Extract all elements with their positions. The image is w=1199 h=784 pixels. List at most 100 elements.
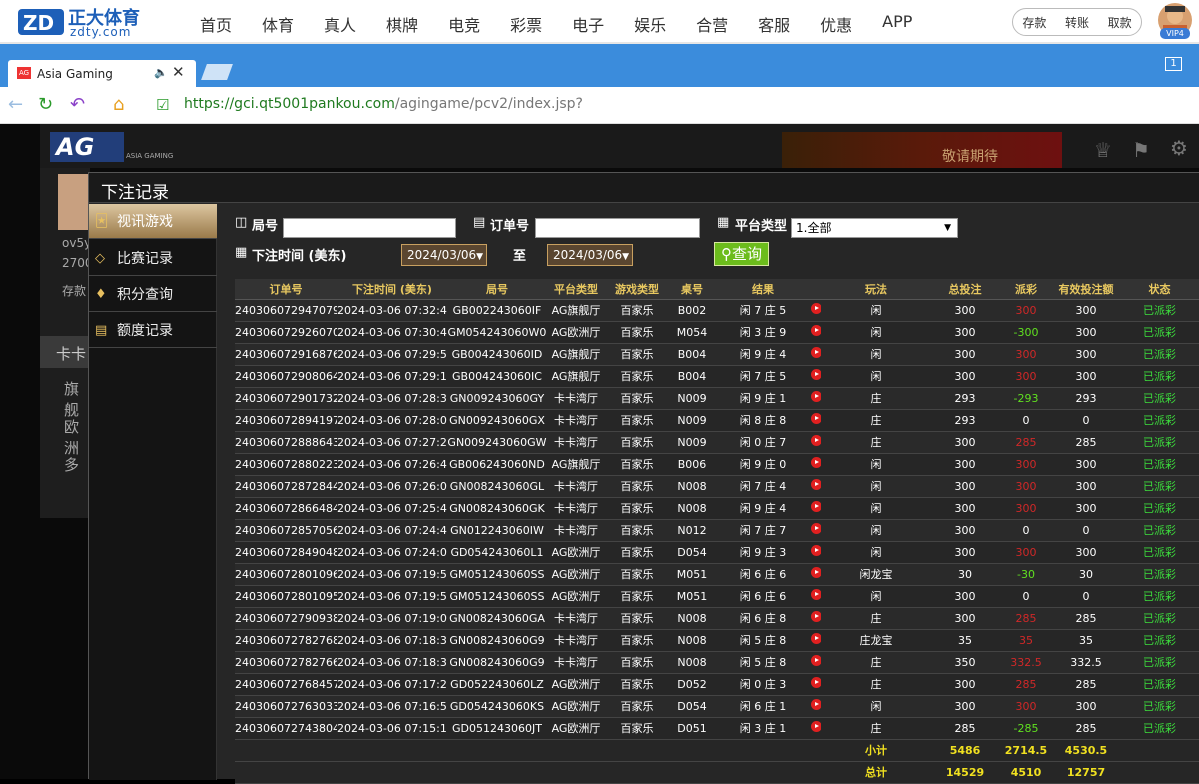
- refresh-icon[interactable]: ↻: [38, 94, 53, 115]
- tab-asia-gaming[interactable]: AG Asia Gaming 🔈 ✕: [8, 60, 196, 87]
- nav-sports[interactable]: 体育: [262, 12, 294, 36]
- settings-icon[interactable]: ⚙: [1170, 136, 1188, 160]
- play-video-icon[interactable]: [811, 611, 821, 622]
- round-input[interactable]: [283, 218, 456, 238]
- close-icon[interactable]: ✕: [172, 63, 185, 81]
- nav-home[interactable]: 首页: [200, 12, 232, 36]
- play-video-icon[interactable]: [811, 567, 821, 578]
- table-icon: ▦: [717, 215, 730, 230]
- cell-table-no: B006: [669, 453, 715, 476]
- play-video-icon[interactable]: [811, 699, 821, 710]
- nav-promo[interactable]: 优惠: [820, 12, 852, 36]
- bet-time-label: 下注时间 (美东): [252, 249, 347, 264]
- play-video-icon[interactable]: [811, 721, 821, 732]
- play-video-icon[interactable]: [811, 347, 821, 358]
- cell-table-no: N008: [669, 607, 715, 630]
- cell-platform: AG欧洲厅: [547, 321, 605, 344]
- platform-select[interactable]: 1.全部 ▼: [791, 218, 958, 238]
- play-video-icon[interactable]: [811, 479, 821, 490]
- speaker-icon[interactable]: 🔈: [154, 66, 168, 79]
- nav-app[interactable]: APP: [882, 12, 912, 36]
- replay-cell: [811, 695, 821, 718]
- nav-live[interactable]: 真人: [324, 12, 356, 36]
- cell-table-no: N008: [669, 651, 715, 674]
- tab-count-badge[interactable]: 1: [1165, 57, 1182, 71]
- nav-lottery[interactable]: 彩票: [510, 12, 542, 36]
- url-input[interactable]: https://gci.qt5001pankou.com/agingame/pc…: [184, 96, 583, 112]
- cell-round-no: GD054243060L1: [447, 541, 547, 564]
- crown-icon[interactable]: ♕: [1094, 138, 1112, 162]
- subtotal-label: 小计: [821, 739, 931, 762]
- cell-bet-time: 2024-03-06 07:29:59: [337, 343, 447, 366]
- cell-play: 庄: [821, 409, 931, 432]
- cell-bet-time: 2024-03-06 07:28:39: [337, 387, 447, 410]
- home-icon[interactable]: ⌂: [113, 94, 124, 115]
- banner-text: 敬请期待: [942, 149, 998, 165]
- nav-esports[interactable]: 电竞: [448, 12, 480, 36]
- play-video-icon[interactable]: [811, 501, 821, 512]
- cell-result: 闲 0 庄 7: [715, 431, 811, 454]
- menu-item-credit-records[interactable]: ▤ 额度记录: [89, 313, 217, 348]
- cell-payout: 35: [999, 629, 1053, 652]
- date-to-select[interactable]: 2024/03/06▼: [547, 244, 633, 266]
- caret-down-icon: ▼: [622, 252, 630, 262]
- menu-item-points[interactable]: ♦ 积分查询: [89, 277, 217, 312]
- play-video-icon[interactable]: [811, 457, 821, 468]
- lobby-hall-europe[interactable]: 欧洲: [64, 416, 90, 458]
- play-video-icon[interactable]: [811, 413, 821, 424]
- lobby-deposit[interactable]: 存款: [62, 282, 86, 299]
- transfer-button[interactable]: 转账: [1065, 14, 1089, 31]
- menu-item-label: 视讯游戏: [117, 214, 173, 230]
- withdraw-button[interactable]: 取款: [1108, 14, 1132, 31]
- play-video-icon[interactable]: [811, 369, 821, 380]
- zd-logo-icon[interactable]: ZD: [18, 5, 64, 37]
- cell-status: 已派彩: [1119, 607, 1199, 630]
- play-video-icon[interactable]: [811, 677, 821, 688]
- new-tab-button[interactable]: [201, 64, 233, 80]
- site-logo-domain: zdty.com: [70, 25, 132, 39]
- cell-valid-bet: 30: [1053, 563, 1119, 586]
- play-video-icon[interactable]: [811, 633, 821, 644]
- nav-chess[interactable]: 棋牌: [386, 12, 418, 36]
- flag-icon[interactable]: ⚑: [1132, 138, 1150, 162]
- cell-game-type: 百家乐: [605, 541, 669, 564]
- undo-icon[interactable]: ↶: [70, 94, 85, 115]
- cell-payout: 300: [999, 453, 1053, 476]
- replay-cell: [811, 717, 821, 740]
- play-video-icon[interactable]: [811, 545, 821, 556]
- play-video-icon[interactable]: [811, 391, 821, 402]
- cell-round-no: GN008243060GK: [447, 497, 547, 520]
- cell-result: 闲 5 庄 8: [715, 629, 811, 652]
- table-row: 240306072801096 2024-03-06 07:19:58 GM0512…: [235, 563, 1199, 586]
- play-video-icon[interactable]: [811, 589, 821, 600]
- cell-total-bet: 30: [931, 563, 999, 586]
- deposit-button[interactable]: 存款: [1022, 14, 1046, 31]
- order-input[interactable]: [535, 218, 700, 238]
- cell-status: 已派彩: [1119, 387, 1199, 410]
- site-header: ZD 正大体育 zdty.com 首页 体育 真人 棋牌 电竞 彩票 电子 娱乐…: [0, 0, 1199, 44]
- nav-entertainment[interactable]: 娱乐: [634, 12, 666, 36]
- menu-item-match-records[interactable]: ◇ 比赛记录: [89, 241, 217, 276]
- nav-support[interactable]: 客服: [758, 12, 790, 36]
- ag-logo-sub: ASIA GAMING: [126, 152, 174, 160]
- play-video-icon[interactable]: [811, 655, 821, 666]
- back-arrow-icon[interactable]: ←: [8, 94, 23, 115]
- date-from-select[interactable]: 2024/03/06▼: [401, 244, 487, 266]
- cell-result: 闲 9 庄 4: [715, 497, 811, 520]
- nav-slots[interactable]: 电子: [572, 12, 604, 36]
- cell-total-bet: 300: [931, 475, 999, 498]
- query-button[interactable]: ⚲查询: [714, 242, 769, 266]
- promo-banner[interactable]: [782, 132, 1062, 168]
- play-video-icon[interactable]: [811, 435, 821, 446]
- lobby-hall-multi[interactable]: 多: [64, 454, 79, 475]
- nav-affiliate[interactable]: 合营: [696, 12, 728, 36]
- lobby-hall-flagship[interactable]: 旗舰: [64, 378, 90, 420]
- replay-cell: [811, 299, 821, 322]
- replay-cell: [811, 497, 821, 520]
- cell-result: 闲 6 庄 1: [715, 695, 811, 718]
- replay-cell: [811, 387, 821, 410]
- play-video-icon[interactable]: [811, 523, 821, 534]
- play-video-icon[interactable]: [811, 325, 821, 336]
- menu-item-live-games[interactable]: 🃏 视讯游戏: [89, 204, 217, 239]
- play-video-icon[interactable]: [811, 303, 821, 314]
